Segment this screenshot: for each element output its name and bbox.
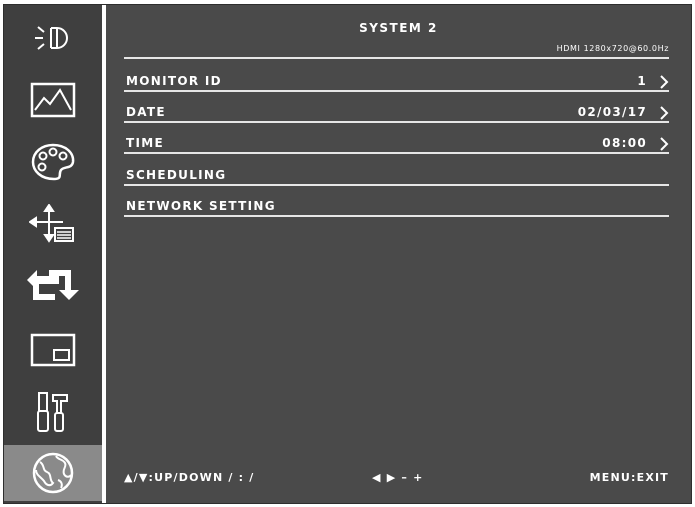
input-switch-icon bbox=[27, 270, 79, 300]
menu-item-label: TIME bbox=[126, 136, 164, 150]
menu-item-monitor-id[interactable]: MONITOR ID 1 bbox=[124, 70, 669, 92]
color-palette-icon bbox=[31, 143, 75, 181]
menu-item-value: 1 bbox=[637, 74, 647, 88]
menu-item-label: DATE bbox=[126, 105, 166, 119]
pip-icon bbox=[30, 333, 76, 367]
brightness-icon bbox=[35, 26, 68, 50]
osd-menu: SYSTEM 2 HDMI 1280x720@60.0Hz MONITOR ID… bbox=[3, 4, 692, 504]
chevron-right-icon bbox=[660, 137, 669, 151]
sidebar bbox=[4, 5, 102, 503]
sidebar-item-position[interactable] bbox=[4, 197, 102, 251]
title-divider bbox=[124, 57, 669, 59]
menu-item-scheduling[interactable]: SCHEDULING bbox=[124, 164, 669, 186]
row-underline bbox=[124, 90, 669, 92]
menu-content: SYSTEM 2 HDMI 1280x720@60.0Hz MONITOR ID… bbox=[106, 5, 691, 503]
globe-icon bbox=[32, 452, 74, 494]
menu-item-value: 08:00 bbox=[602, 136, 647, 150]
sidebar-item-system[interactable] bbox=[4, 445, 102, 501]
sidebar-item-input[interactable] bbox=[4, 259, 102, 313]
position-icon bbox=[29, 204, 74, 243]
page-title: SYSTEM 2 bbox=[359, 21, 438, 35]
footer-hints: ▲/▼:UP/DOWN / : / ◀ ▶ – + MENU:EXIT bbox=[124, 471, 669, 487]
row-underline bbox=[124, 184, 669, 186]
row-underline bbox=[124, 152, 669, 154]
row-underline bbox=[124, 215, 669, 217]
picture-icon bbox=[30, 82, 76, 118]
menu-item-label: NETWORK SETTING bbox=[126, 199, 276, 213]
menu-item-label: MONITOR ID bbox=[126, 74, 222, 88]
menu-item-date[interactable]: DATE 02/03/17 bbox=[124, 101, 669, 123]
menu-item-network-setting[interactable]: NETWORK SETTING bbox=[124, 195, 669, 217]
adjust-hint: ◀ ▶ – + bbox=[372, 471, 424, 484]
chevron-right-icon bbox=[660, 106, 669, 120]
chevron-right-icon bbox=[660, 75, 669, 89]
row-underline bbox=[124, 121, 669, 123]
sidebar-item-brightness[interactable] bbox=[4, 11, 102, 65]
tools-icon bbox=[37, 392, 68, 432]
sidebar-item-tools[interactable] bbox=[4, 385, 102, 439]
sidebar-item-picture[interactable] bbox=[4, 73, 102, 127]
exit-hint: MENU:EXIT bbox=[589, 471, 669, 484]
sidebar-item-pip[interactable] bbox=[4, 323, 102, 377]
menu-item-value: 02/03/17 bbox=[577, 105, 647, 119]
nav-hint: ▲/▼:UP/DOWN / : / bbox=[124, 471, 255, 484]
menu-item-time[interactable]: TIME 08:00 bbox=[124, 132, 669, 154]
menu-item-label: SCHEDULING bbox=[126, 168, 227, 182]
signal-info: HDMI 1280x720@60.0Hz bbox=[556, 44, 669, 53]
sidebar-item-color[interactable] bbox=[4, 135, 102, 189]
